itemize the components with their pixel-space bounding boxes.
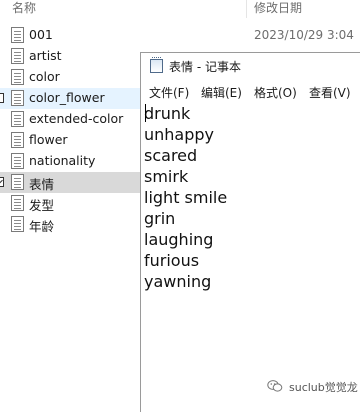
text-file-icon bbox=[11, 111, 24, 127]
column-date-header[interactable]: 修改日期 bbox=[254, 0, 302, 16]
text-editor[interactable]: drunk unhappy scared smirk light smile g… bbox=[144, 103, 360, 412]
file-row-flower[interactable]: flower bbox=[0, 130, 140, 151]
text-line: scared bbox=[144, 146, 198, 165]
file-row-extended-color[interactable]: extended-color bbox=[0, 109, 140, 130]
window-title: 表情 - 记事本 bbox=[169, 60, 241, 74]
menu-format[interactable]: 格式(O) bbox=[254, 84, 297, 101]
text-file-icon bbox=[11, 48, 24, 64]
menu-view[interactable]: 查看(V) bbox=[309, 84, 351, 101]
file-row-color[interactable]: color bbox=[0, 67, 140, 88]
file-name: color bbox=[29, 69, 60, 84]
notepad-app-icon bbox=[150, 57, 163, 73]
menu-edit[interactable]: 编辑(E) bbox=[201, 84, 242, 101]
file-row-hairstyle[interactable]: 发型 bbox=[0, 193, 140, 214]
text-line: furious bbox=[144, 251, 200, 270]
text-line: laughing bbox=[144, 230, 214, 249]
menu-file[interactable]: 文件(F) bbox=[149, 84, 189, 101]
text-file-icon bbox=[11, 195, 24, 211]
text-caret bbox=[145, 104, 146, 122]
file-name: color_flower bbox=[29, 90, 105, 105]
notepad-titlebar[interactable]: 表情 - 记事本 bbox=[141, 53, 360, 80]
watermark-text: suclub觉觉龙 bbox=[289, 381, 358, 394]
text-file-icon bbox=[11, 69, 24, 85]
column-header: 名称 修改日期 bbox=[0, 0, 360, 18]
file-name: flower bbox=[29, 132, 68, 147]
menu-bar: 文件(F) 编辑(E) 格式(O) 查看(V) bbox=[141, 81, 360, 101]
file-row-age[interactable]: 年龄 bbox=[0, 214, 140, 235]
file-row-001[interactable]: 001 bbox=[0, 25, 140, 46]
row-checkbox-checked[interactable] bbox=[0, 177, 4, 187]
text-file-icon bbox=[11, 90, 24, 106]
file-name: 表情 bbox=[29, 177, 55, 192]
file-name: 年龄 bbox=[29, 219, 55, 234]
text-file-icon bbox=[11, 153, 24, 169]
text-line: yawning bbox=[144, 272, 212, 291]
text-file-icon bbox=[11, 27, 24, 43]
text-line: unhappy bbox=[144, 125, 215, 144]
text-file-icon bbox=[11, 174, 24, 190]
column-separator[interactable] bbox=[246, 0, 247, 18]
file-row-artist[interactable]: artist bbox=[0, 46, 140, 67]
text-file-icon bbox=[11, 132, 24, 148]
file-name: 001 bbox=[29, 27, 53, 42]
file-name: extended-color bbox=[29, 111, 124, 126]
column-name-header[interactable]: 名称 bbox=[12, 0, 36, 16]
notepad-window: 表情 - 记事本 文件(F) 编辑(E) 格式(O) 查看(V) drunk u… bbox=[140, 52, 360, 412]
row-checkbox[interactable] bbox=[0, 93, 4, 103]
file-row-expressions[interactable]: 表情 bbox=[0, 172, 140, 193]
text-line: smirk bbox=[144, 167, 189, 186]
wechat-icon bbox=[267, 380, 283, 392]
text-file-icon bbox=[11, 216, 24, 232]
file-name: nationality bbox=[29, 153, 96, 168]
text-line: light smile bbox=[144, 188, 228, 207]
file-row-nationality[interactable]: nationality bbox=[0, 151, 140, 172]
text-line: grin bbox=[144, 209, 176, 228]
file-name: 发型 bbox=[29, 198, 55, 213]
file-row-color-flower[interactable]: color_flower bbox=[0, 88, 140, 109]
file-name: artist bbox=[29, 48, 62, 63]
text-line: drunk bbox=[144, 104, 191, 123]
